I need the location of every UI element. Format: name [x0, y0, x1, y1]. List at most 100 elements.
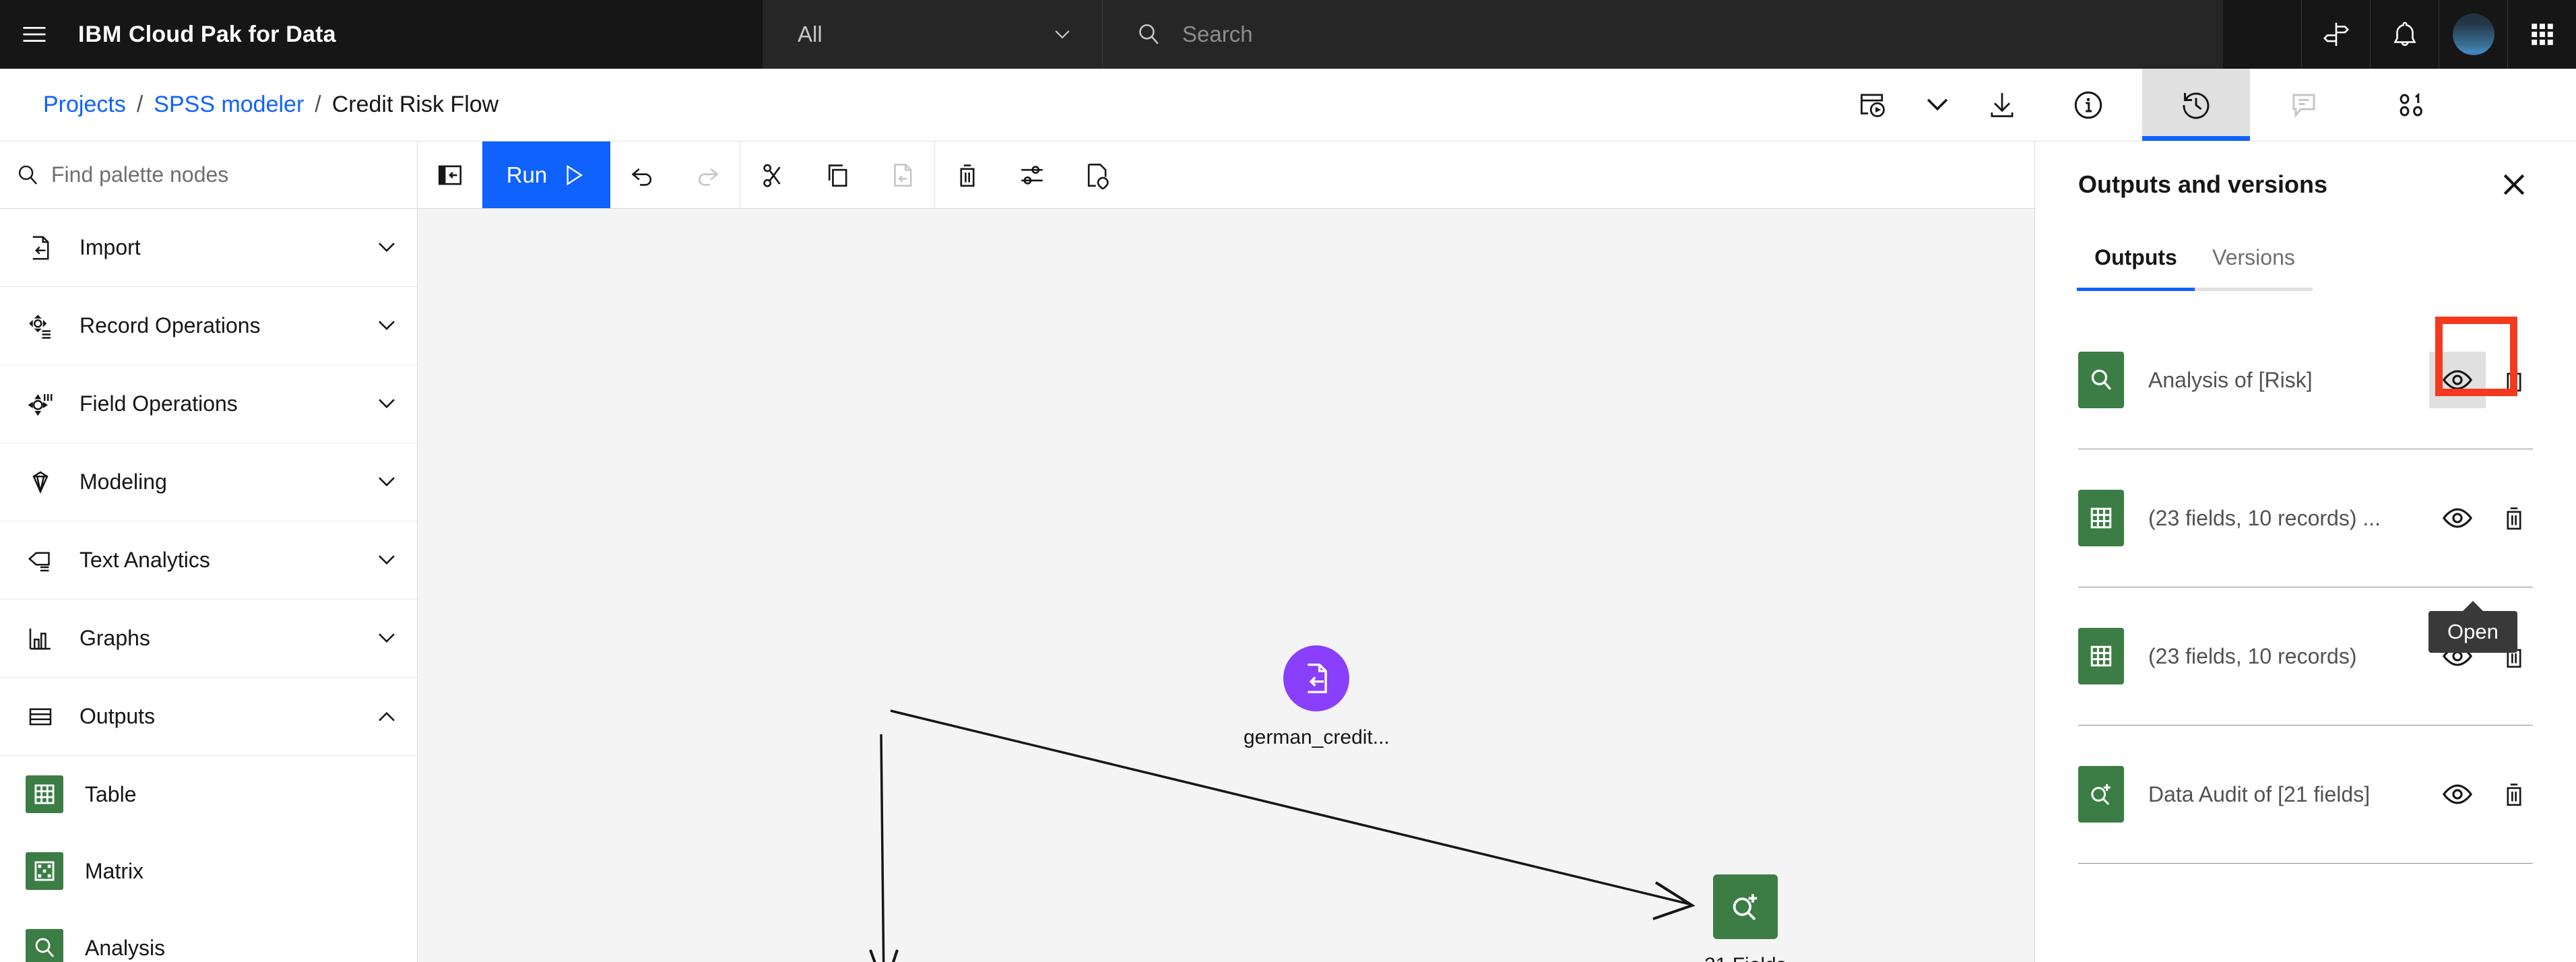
trash-icon	[960, 164, 975, 187]
hamburger-menu-button[interactable]	[0, 0, 69, 69]
table-grid-icon	[26, 775, 63, 813]
run-history-button[interactable]	[1840, 69, 1905, 141]
download-icon	[1991, 92, 2014, 117]
palette-search-input[interactable]: Find palette nodes	[0, 141, 417, 209]
flow-settings-button[interactable]	[1000, 141, 1064, 208]
palette-node-analysis[interactable]: Analysis	[0, 909, 417, 962]
palette-group-field-operations[interactable]: Field Operations	[0, 365, 417, 443]
search-scope-dropdown[interactable]: All	[763, 0, 1103, 69]
palette-group-label: Text Analytics	[79, 548, 210, 572]
notifications-button[interactable]	[2370, 0, 2439, 69]
palette-group-modeling[interactable]: Modeling	[0, 443, 417, 521]
product-title[interactable]: IBM Cloud Pak for Data	[69, 22, 336, 48]
matrix-grid-icon	[26, 852, 63, 890]
text-tag-icon	[23, 547, 58, 574]
delete-button[interactable]	[935, 141, 1000, 208]
palette-node-label: Matrix	[85, 858, 144, 883]
palette-node-table[interactable]: Table	[0, 756, 417, 833]
flow-canvas[interactable]: german_credit... 21 Fields	[418, 209, 2034, 962]
link-import-to-type	[880, 734, 885, 962]
breadcrumb-separator: /	[136, 92, 143, 117]
hamburger-menu-icon	[23, 27, 46, 42]
app-switcher-button[interactable]	[2507, 0, 2576, 69]
subtab-versions[interactable]: Versions	[2195, 243, 2313, 291]
palette-group-text-analytics[interactable]: Text Analytics	[0, 521, 417, 600]
close-panel-button[interactable]	[2495, 166, 2533, 203]
bell-icon	[2393, 22, 2416, 46]
trash-icon	[2507, 369, 2521, 392]
bar-chart-icon	[23, 625, 58, 652]
output-name: (23 fields, 10 records)	[2148, 643, 2357, 668]
cut-button[interactable]	[740, 141, 805, 208]
save-flow-button[interactable]	[1064, 141, 1129, 208]
history-clock-icon	[2183, 92, 2210, 119]
open-output-button[interactable]	[2429, 490, 2486, 546]
output-list-item[interactable]: (23 fields, 10 records)	[2035, 587, 2576, 725]
output-list-item[interactable]: (23 fields, 10 records) ...	[2035, 449, 2576, 587]
app-switcher-grid-icon	[2531, 24, 2553, 45]
chevron-down-icon	[379, 242, 395, 252]
subtab-outputs[interactable]: Outputs	[2077, 243, 2195, 291]
global-search-field[interactable]: Search	[1103, 0, 2223, 69]
header-actions	[2301, 0, 2576, 69]
palette-search-placeholder: Find palette nodes	[51, 162, 229, 187]
tab-data-preview[interactable]	[2358, 69, 2466, 141]
paste-icon	[894, 163, 912, 187]
paste-button[interactable]	[870, 141, 934, 208]
tab-comments[interactable]	[2250, 69, 2358, 141]
eye-icon	[2442, 370, 2473, 390]
palette-group-label: Outputs	[79, 704, 156, 728]
flow-options-dropdown-button[interactable]	[1905, 69, 1970, 141]
canvas-node-data-audit[interactable]: 21 Fields	[1704, 874, 1786, 962]
copy-button[interactable]	[805, 141, 870, 208]
signpost-button[interactable]	[2301, 0, 2370, 69]
palette-group-label: Graphs	[79, 626, 150, 650]
chevron-down-icon	[379, 633, 395, 643]
open-output-button[interactable]	[2429, 352, 2486, 408]
breadcrumb-item-current: Credit Risk Flow	[331, 92, 499, 117]
undo-icon	[631, 168, 652, 186]
user-profile-button[interactable]	[2439, 0, 2507, 69]
redo-button[interactable]	[675, 141, 740, 208]
toggle-palette-button[interactable]	[418, 141, 482, 208]
breadcrumb-item-projects[interactable]: Projects	[43, 92, 126, 118]
binary-0100-icon	[2400, 92, 2422, 116]
open-output-button[interactable]	[2429, 766, 2486, 823]
redo-icon	[698, 168, 719, 186]
canvas-node-import[interactable]: german_credit...	[1244, 645, 1390, 749]
tab-information[interactable]	[2034, 69, 2142, 141]
analysis-magnifier-plus-icon	[2078, 766, 2124, 823]
chevron-down-icon	[379, 476, 395, 486]
delete-output-button[interactable]	[2486, 766, 2542, 823]
chevron-down-icon	[379, 398, 395, 408]
tab-outputs-and-versions[interactable]	[2142, 69, 2250, 141]
palette-group-outputs[interactable]: Outputs	[0, 678, 417, 756]
palette-node-label: Table	[85, 781, 137, 806]
undo-button[interactable]	[610, 141, 675, 208]
delete-output-button[interactable]	[2486, 352, 2542, 408]
breadcrumb-item-spss-modeler[interactable]: SPSS modeler	[154, 92, 304, 118]
download-button[interactable]	[1970, 69, 2034, 141]
info-icon	[2074, 91, 2102, 119]
node-shape-circle	[1283, 645, 1350, 711]
output-list-item[interactable]: Analysis of [Risk]	[2035, 311, 2576, 449]
document-import-icon	[23, 234, 58, 261]
palette-group-record-operations[interactable]: Record Operations	[0, 287, 417, 365]
global-header: IBM Cloud Pak for Data All Search	[0, 0, 2576, 69]
palette-group-label: Field Operations	[79, 391, 238, 416]
palette-node-matrix[interactable]: Matrix	[0, 833, 417, 909]
list-divider	[2078, 863, 2533, 864]
palette-group-import[interactable]: Import	[0, 209, 417, 287]
brand-prefix: IBM	[78, 21, 123, 47]
palette-node-label: Analysis	[85, 935, 166, 960]
signpost-icon	[2323, 22, 2349, 46]
search-placeholder: Search	[1182, 22, 1253, 46]
delete-output-button[interactable]	[2486, 490, 2542, 546]
run-button[interactable]: Run	[482, 141, 610, 208]
palette-group-graphs[interactable]: Graphs	[0, 600, 417, 678]
search-icon	[15, 162, 40, 188]
eye-icon	[2442, 784, 2473, 804]
table-rows-icon	[23, 703, 58, 730]
chevron-down-icon	[379, 320, 395, 330]
output-list-item[interactable]: Data Audit of [21 fields]	[2035, 726, 2576, 863]
